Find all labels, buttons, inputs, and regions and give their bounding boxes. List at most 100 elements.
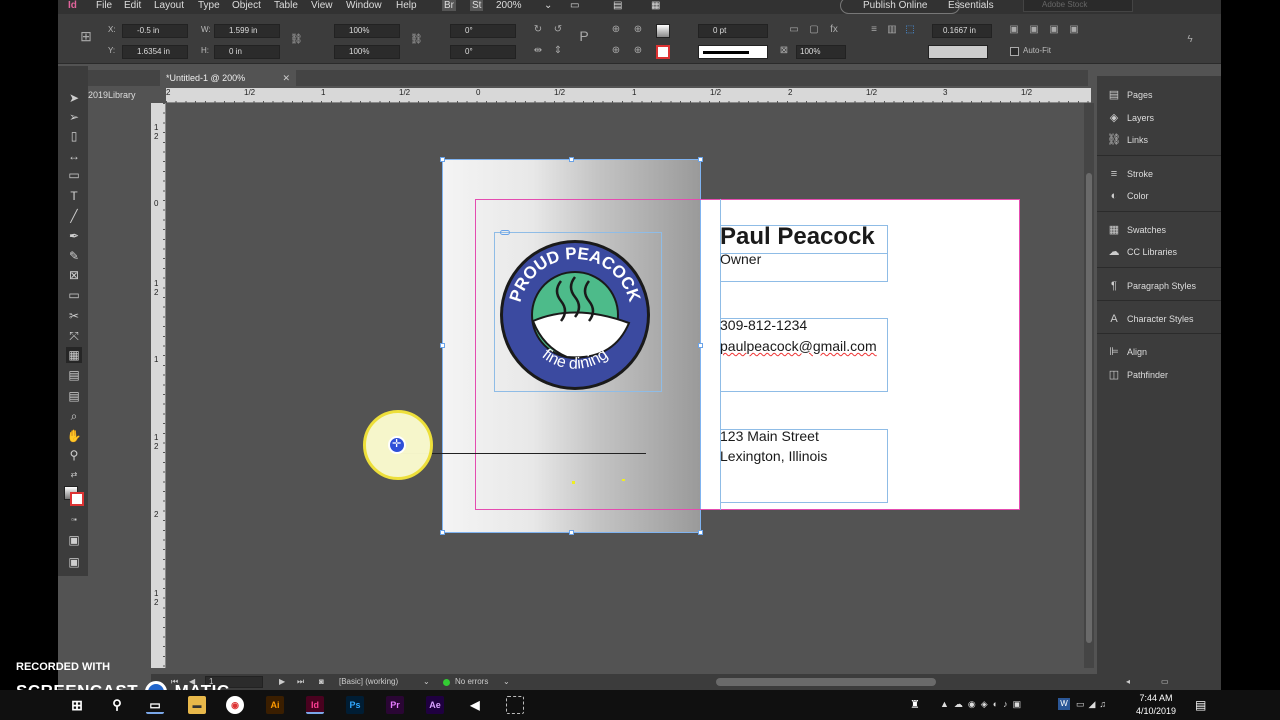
apply-color-icon[interactable]: ▫▪ <box>66 512 82 528</box>
stroke-weight-field[interactable]: 0 pt <box>698 24 768 38</box>
lightning-icon[interactable]: ϟ <box>1184 34 1196 46</box>
x-field[interactable]: -0.5 in <box>122 24 188 38</box>
resize-handle[interactable] <box>569 157 574 162</box>
chrome-icon[interactable]: ◉ <box>226 696 244 714</box>
panel-color[interactable]: ◐ Color <box>1097 185 1221 207</box>
select-content-icon[interactable]: ⊕ <box>632 24 644 36</box>
select-container-icon[interactable]: ⊕ <box>632 45 644 57</box>
workspace-switcher[interactable]: Essentials <box>948 0 994 11</box>
resize-handle[interactable] <box>440 343 445 348</box>
zoom-tool-icon[interactable]: ⚲ <box>66 447 82 463</box>
chevron-down-icon[interactable]: ⌄ <box>503 674 510 690</box>
card-title[interactable]: Owner <box>720 251 761 267</box>
fx-icon[interactable]: fx <box>828 24 840 36</box>
menu-table[interactable]: Table <box>274 0 298 11</box>
selection-tool-icon[interactable]: ➤ <box>66 90 82 106</box>
search-icon[interactable]: ⚲ <box>108 696 126 714</box>
stock-button[interactable]: St <box>470 0 484 11</box>
menu-help[interactable]: Help <box>396 0 417 11</box>
text-wrap-none-icon[interactable]: ≡ <box>868 24 880 36</box>
photoshop-icon[interactable]: Ps <box>346 696 364 714</box>
reference-point-icon[interactable]: ⊞ <box>80 29 92 43</box>
media-player-icon[interactable]: ◀ <box>466 696 484 714</box>
close-icon[interactable]: ✕ <box>282 70 290 86</box>
w-field[interactable]: 1.599 in <box>214 24 280 38</box>
scroll-thumb[interactable] <box>1086 173 1092 643</box>
horizontal-ruler[interactable]: 2 1/2 1 1/2 0 1/2 1 1/2 2 1/2 3 1/2 <box>166 88 1091 103</box>
card-street[interactable]: 123 Main Street <box>720 428 819 444</box>
scale-x-field[interactable]: 100% <box>334 24 400 38</box>
corner-shape-dropdown[interactable] <box>928 45 988 59</box>
panel-links[interactable]: ⛓ Links <box>1097 129 1221 151</box>
apply-gradient-icon[interactable]: ▣ <box>66 532 82 548</box>
chevron-down-icon[interactable]: ⌄ <box>544 0 552 11</box>
library-tab[interactable]: 2019Library <box>88 88 148 102</box>
task-view-icon[interactable]: ▭ <box>146 696 164 714</box>
people-icon[interactable]: ♜ <box>910 698 920 711</box>
panel-paragraph-styles[interactable]: ¶ Paragraph Styles <box>1097 275 1221 297</box>
scale-y-field[interactable]: 100% <box>334 45 400 59</box>
resize-handle[interactable] <box>440 530 445 535</box>
next-page-icon[interactable]: ▶ <box>279 674 285 690</box>
logo-frame[interactable]: PROUD PEACOCK fine dining <box>494 232 662 392</box>
constrain-proportions-icon[interactable]: ⛓ <box>290 34 303 46</box>
menu-edit[interactable]: Edit <box>124 0 141 11</box>
rotate-cw-icon[interactable]: ↻ <box>532 24 544 36</box>
select-next-icon[interactable]: ⊕ <box>610 45 622 57</box>
screen-mode-icon[interactable]: ▤ <box>613 0 622 11</box>
stroke-color-icon[interactable] <box>70 492 84 506</box>
snipping-tool-icon[interactable] <box>506 696 524 714</box>
vertical-ruler[interactable]: 1 2 0 1 2 1 1 2 2 1 2 <box>151 103 166 668</box>
zoom-level[interactable]: 200% <box>496 0 522 11</box>
view-options-icon[interactable]: ▭ <box>570 0 579 11</box>
menu-type[interactable]: Type <box>198 0 220 11</box>
rectangle-tool-icon[interactable]: ▭ <box>66 287 82 303</box>
panel-pathfinder[interactable]: ◫ Pathfinder <box>1097 364 1221 386</box>
flip-vertical-icon[interactable]: ⇕ <box>552 45 564 57</box>
page-tool-icon[interactable]: ▯ <box>66 128 82 144</box>
free-transform-tool-icon[interactable]: ⤧ <box>66 328 82 344</box>
last-page-icon[interactable]: ⏭ <box>297 674 304 690</box>
drop-shadow-icon[interactable]: ▭ <box>788 24 800 36</box>
panel-cc-libraries[interactable]: ☁ CC Libraries <box>1097 241 1221 263</box>
rotate-ccw-icon[interactable]: ↺ <box>552 24 564 36</box>
direct-selection-tool-icon[interactable]: ➢ <box>66 109 82 125</box>
vertical-scrollbar[interactable] <box>1084 103 1094 668</box>
flip-horizontal-icon[interactable]: ⇹ <box>532 45 544 57</box>
type-tool-icon[interactable]: T <box>66 188 82 204</box>
auto-fit-checkbox[interactable] <box>1010 47 1019 56</box>
shear-field[interactable]: 0° <box>450 45 516 59</box>
menu-view[interactable]: View <box>311 0 333 11</box>
gap-tool-icon[interactable]: ↔ <box>66 148 82 164</box>
pen-tool-icon[interactable]: ✒ <box>66 228 82 244</box>
eyedropper-tool-icon[interactable]: ⌕ <box>66 408 82 424</box>
scissors-tool-icon[interactable]: ✂ <box>66 308 82 324</box>
window-icon[interactable]: ▭ <box>1161 674 1169 690</box>
card-email[interactable]: paulpeacock@gmail.com <box>720 338 877 354</box>
line-tool-icon[interactable]: ╱ <box>66 208 82 224</box>
word-icon[interactable]: W <box>1058 698 1070 710</box>
panel-layers[interactable]: ◈ Layers <box>1097 107 1221 129</box>
gradient-swatch-tool-icon[interactable]: ▦ <box>66 347 82 363</box>
tray-status-icons[interactable]: ▭◢♫ <box>1076 699 1110 710</box>
arrange-documents-icon[interactable]: ▦ <box>651 0 660 11</box>
pencil-tool-icon[interactable]: ✎ <box>66 248 82 264</box>
windows-start-icon[interactable]: ⊞ <box>68 696 86 714</box>
illustrator-icon[interactable]: Ai <box>266 696 284 714</box>
menu-object[interactable]: Object <box>232 0 261 11</box>
rotation-field[interactable]: 0° <box>450 24 516 38</box>
note-tool-icon[interactable]: ▤ <box>66 388 82 404</box>
hand-tool-icon[interactable]: ✋ <box>66 428 82 444</box>
premiere-icon[interactable]: Pr <box>386 696 404 714</box>
panel-pages[interactable]: ▤ Pages <box>1097 84 1221 106</box>
gradient-feather-tool-icon[interactable]: ▤ <box>66 367 82 383</box>
screen-mode-tool-icon[interactable]: ▣ <box>66 554 82 570</box>
resize-handle[interactable] <box>440 157 445 162</box>
selection-container-icon[interactable]: P <box>578 29 590 43</box>
open-page-icon[interactable]: ◙ <box>319 674 324 690</box>
menu-file[interactable]: File <box>96 0 112 11</box>
card-name[interactable]: Paul Peacock <box>720 223 875 251</box>
panel-character-styles[interactable]: A Character Styles <box>1097 308 1221 330</box>
scroll-left-icon[interactable]: ◂ <box>1126 674 1130 690</box>
menu-layout[interactable]: Layout <box>154 0 184 11</box>
